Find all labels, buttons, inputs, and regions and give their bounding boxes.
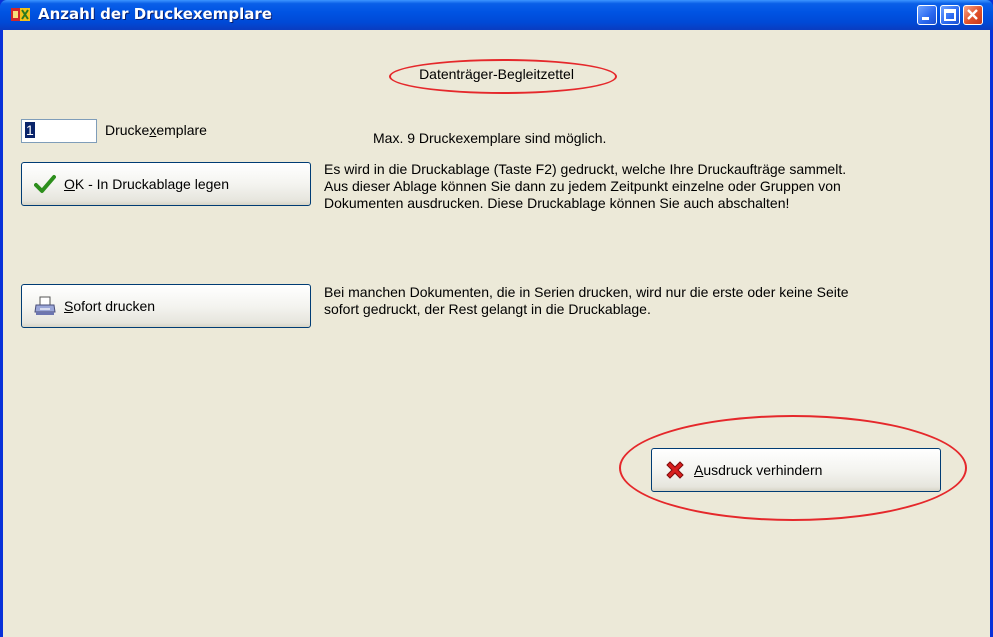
maximize-button[interactable]	[940, 5, 960, 25]
close-icon	[967, 9, 978, 20]
copies-input[interactable]: 1	[21, 119, 97, 143]
ok-button-description: Es wird in die Druckablage (Taste F2) ge…	[324, 161, 846, 212]
print-now-description: Bei manchen Dokumenten, die in Serien dr…	[324, 284, 849, 318]
minimize-icon	[922, 17, 929, 20]
print-now-label: ofort drucken	[73, 298, 156, 314]
copies-label-pre: Drucke	[105, 122, 150, 138]
dialog-client-area: Datenträger-Begleitzettel 1 Druckexempla…	[3, 30, 990, 637]
highlight-ellipse-cancel-button	[619, 415, 967, 521]
print-now-button[interactable]: Sofort drucken	[21, 284, 311, 328]
ok-desc-line-3: Dokumenten ausdrucken. Diese Druckablage…	[324, 195, 790, 211]
ok-button-label: K - In Druckablage legen	[74, 176, 229, 192]
app-icon	[11, 8, 30, 21]
window-title: Anzahl der Druckexemplare	[38, 5, 272, 23]
ok-button-mnemonic: O	[64, 176, 75, 192]
copies-label: Druckexemplare	[105, 122, 207, 138]
print-now-desc-line-1: Bei manchen Dokumenten, die in Serien dr…	[324, 284, 849, 300]
print-now-mnemonic: S	[64, 298, 74, 314]
print-now-desc-line-2: sofort gedruckt, der Rest gelangt in die…	[324, 301, 651, 317]
close-button[interactable]	[963, 5, 983, 25]
maximize-icon	[944, 9, 956, 21]
copies-hint: Max. 9 Druckexemplare sind möglich.	[373, 130, 607, 146]
printer-icon	[34, 296, 56, 315]
dialog-window: Anzahl der Druckexemplare Datenträger-Be…	[0, 0, 993, 637]
ok-print-queue-button[interactable]: OK - In Druckablage legen	[21, 162, 311, 206]
checkmark-icon	[34, 175, 56, 193]
ok-desc-line-2: Aus dieser Ablage können Sie dann zu jed…	[324, 178, 841, 194]
ok-desc-line-1: Es wird in die Druckablage (Taste F2) ge…	[324, 161, 847, 177]
highlight-ellipse-document-label	[389, 59, 617, 94]
minimize-button[interactable]	[917, 5, 937, 25]
copies-label-post: emplare	[156, 122, 207, 138]
copies-value: 1	[25, 122, 35, 138]
title-bar[interactable]: Anzahl der Druckexemplare	[0, 0, 993, 30]
